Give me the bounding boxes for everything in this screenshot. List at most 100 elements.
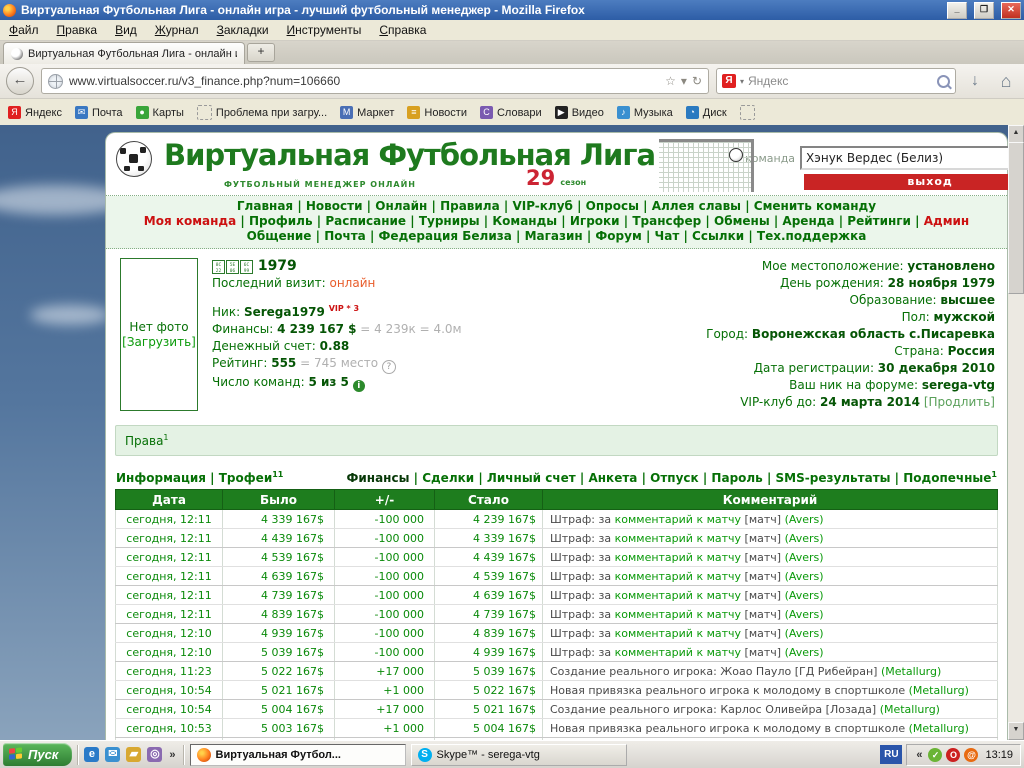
back-button[interactable]: ← xyxy=(6,67,34,95)
info-icon[interactable]: i xyxy=(353,380,365,392)
site-identity-icon[interactable] xyxy=(48,74,63,89)
team-link[interactable]: (Metallurg) xyxy=(909,722,969,735)
nav-link[interactable]: Главная xyxy=(237,199,293,213)
search-quicklaunch-icon[interactable]: ◎ xyxy=(147,747,162,762)
section-tab[interactable]: SMS-результаты xyxy=(776,471,891,485)
team-link[interactable]: (Metallurg) xyxy=(880,703,940,716)
match-comment-link[interactable]: комментарий к матчу xyxy=(615,646,741,659)
opera-tray-icon[interactable]: O xyxy=(946,748,960,762)
nav-link[interactable]: Правила xyxy=(440,199,500,213)
menubar-item[interactable]: Журнал xyxy=(146,21,208,39)
team-link[interactable]: (Avers) xyxy=(785,646,824,659)
match-comment-link[interactable]: комментарий к матчу xyxy=(615,551,741,564)
section-tab[interactable]: Информация xyxy=(116,471,206,485)
search-input[interactable]: Яндекс xyxy=(748,74,933,88)
bookmark-item[interactable]: ●Карты xyxy=(136,106,184,119)
match-comment-link[interactable]: комментарий к матчу xyxy=(615,627,741,640)
nav-link[interactable]: Почта xyxy=(324,229,366,243)
nav-link[interactable]: Рейтинги xyxy=(847,214,911,228)
search-icon[interactable] xyxy=(937,75,950,88)
section-tab[interactable]: Пароль xyxy=(711,471,762,485)
vertical-scrollbar[interactable]: ▲ ▼ xyxy=(1008,125,1024,740)
quicklaunch-overflow-chevron[interactable]: » xyxy=(167,749,177,761)
bookmark-item[interactable]: ≡Новости xyxy=(407,106,467,119)
upload-photo-link[interactable]: [Загрузить] xyxy=(122,335,196,349)
section-tab[interactable]: Личный счет xyxy=(487,471,576,485)
match-comment-link[interactable]: комментарий к матчу xyxy=(615,570,741,583)
team-link[interactable]: (Avers) xyxy=(785,627,824,640)
home-button[interactable]: ⌂ xyxy=(994,71,1018,92)
bookmark-item[interactable]: ▶Видео xyxy=(555,106,604,119)
minimize-button[interactable]: _ xyxy=(947,2,967,19)
restore-button[interactable]: ❐ xyxy=(974,2,994,19)
url-dropdown-icon[interactable]: ▾ xyxy=(681,74,687,88)
section-tab[interactable]: Подопечные1 xyxy=(903,471,997,485)
ie-quicklaunch-icon[interactable]: e xyxy=(84,747,99,762)
nav-link[interactable]: Тех.поддержка xyxy=(757,229,866,243)
section-tab[interactable]: Финансы xyxy=(346,471,409,485)
team-link[interactable]: (Avers) xyxy=(785,513,824,526)
nav-link[interactable]: Расписание xyxy=(325,214,406,228)
team-link[interactable]: (Avers) xyxy=(785,589,824,602)
menubar-item[interactable]: Вид xyxy=(106,21,146,39)
search-engine-icon[interactable]: Я xyxy=(722,74,736,88)
nav-link[interactable]: Игроки xyxy=(570,214,620,228)
taskbar-task-firefox[interactable]: Виртуальная Футбол... xyxy=(190,744,406,766)
team-link[interactable]: (Avers) xyxy=(785,532,824,545)
language-indicator[interactable]: RU xyxy=(880,745,902,764)
nav-link[interactable]: Чат xyxy=(655,229,680,243)
nav-link[interactable]: VIP-клуб xyxy=(512,199,572,213)
nav-link[interactable]: Аллея славы xyxy=(652,199,741,213)
updater-tray-icon[interactable]: @ xyxy=(964,748,978,762)
logout-button[interactable]: выход xyxy=(804,174,1024,190)
nav-link[interactable]: Турниры xyxy=(419,214,480,228)
nav-link[interactable]: Профиль xyxy=(249,214,313,228)
url-text[interactable]: www.virtualsoccer.ru/v3_finance.php?num=… xyxy=(69,74,659,88)
nav-link[interactable]: Магазин xyxy=(525,229,583,243)
nav-link[interactable]: Команды xyxy=(492,214,557,228)
bookmark-item[interactable]: ММаркет xyxy=(340,106,394,119)
search-bar[interactable]: Я ▾ Яндекс xyxy=(716,68,956,94)
section-tab[interactable]: Анкета xyxy=(588,471,637,485)
browser-tab-active[interactable]: Виртуальная Футбольная Лига - онлайн и..… xyxy=(3,42,245,64)
nav-link[interactable]: Ссылки xyxy=(692,229,744,243)
bookmark-item[interactable]: Проблема при загру... xyxy=(197,105,327,120)
close-button[interactable]: ✕ xyxy=(1001,2,1021,19)
section-tab[interactable]: Отпуск xyxy=(650,471,699,485)
nav-link[interactable]: Новости xyxy=(306,199,363,213)
team-select[interactable]: Хэнук Вердес (Белиз) ▼ xyxy=(800,146,1024,170)
downloads-button[interactable]: ↓ xyxy=(963,72,987,90)
start-button[interactable]: Пуск xyxy=(3,743,72,766)
search-engine-dropdown-icon[interactable]: ▾ xyxy=(740,77,744,86)
scrollbar-thumb[interactable] xyxy=(1008,142,1024,294)
bookmark-item[interactable]: ◔Диск xyxy=(686,106,727,119)
reload-icon[interactable]: ↻ xyxy=(692,74,702,88)
team-link[interactable]: (Avers) xyxy=(785,608,824,621)
menubar-item[interactable]: Справка xyxy=(370,21,435,39)
nav-link[interactable]: Обмены xyxy=(714,214,770,228)
outlook-quicklaunch-icon[interactable]: ✉ xyxy=(105,747,120,762)
nav-link[interactable]: Федерация Белиза xyxy=(379,229,512,243)
new-tab-button[interactable]: + xyxy=(247,43,275,62)
match-comment-link[interactable]: комментарий к матчу xyxy=(615,513,741,526)
window-titlebar[interactable]: Виртуальная Футбольная Лига - онлайн игр… xyxy=(0,0,1024,20)
nav-link[interactable]: Аренда xyxy=(782,214,834,228)
match-comment-link[interactable]: комментарий к матчу xyxy=(615,532,741,545)
bookmark-item[interactable] xyxy=(740,105,755,120)
team-link[interactable]: (Avers) xyxy=(785,551,824,564)
help-icon[interactable]: ? xyxy=(382,360,396,374)
taskbar-task-skype[interactable]: S Skype™ - serega-vtg xyxy=(411,744,627,766)
bookmark-item[interactable]: ЯЯндекс xyxy=(8,106,62,119)
nav-link[interactable]: Онлайн xyxy=(375,199,427,213)
scroll-down-button[interactable]: ▼ xyxy=(1008,722,1024,740)
rights-label[interactable]: Права xyxy=(125,434,163,448)
nav-link[interactable]: Админ xyxy=(924,214,970,228)
match-comment-link[interactable]: комментарий к матчу xyxy=(615,589,741,602)
menubar-item[interactable]: Закладки xyxy=(208,21,278,39)
nav-link[interactable]: Моя команда xyxy=(144,214,236,228)
menubar-item[interactable]: Правка xyxy=(48,21,107,39)
team-link[interactable]: (Metallurg) xyxy=(881,665,941,678)
menubar-item[interactable]: Файл xyxy=(0,21,48,39)
scroll-up-button[interactable]: ▲ xyxy=(1008,125,1024,143)
antivirus-tray-icon[interactable]: ✓ xyxy=(928,748,942,762)
